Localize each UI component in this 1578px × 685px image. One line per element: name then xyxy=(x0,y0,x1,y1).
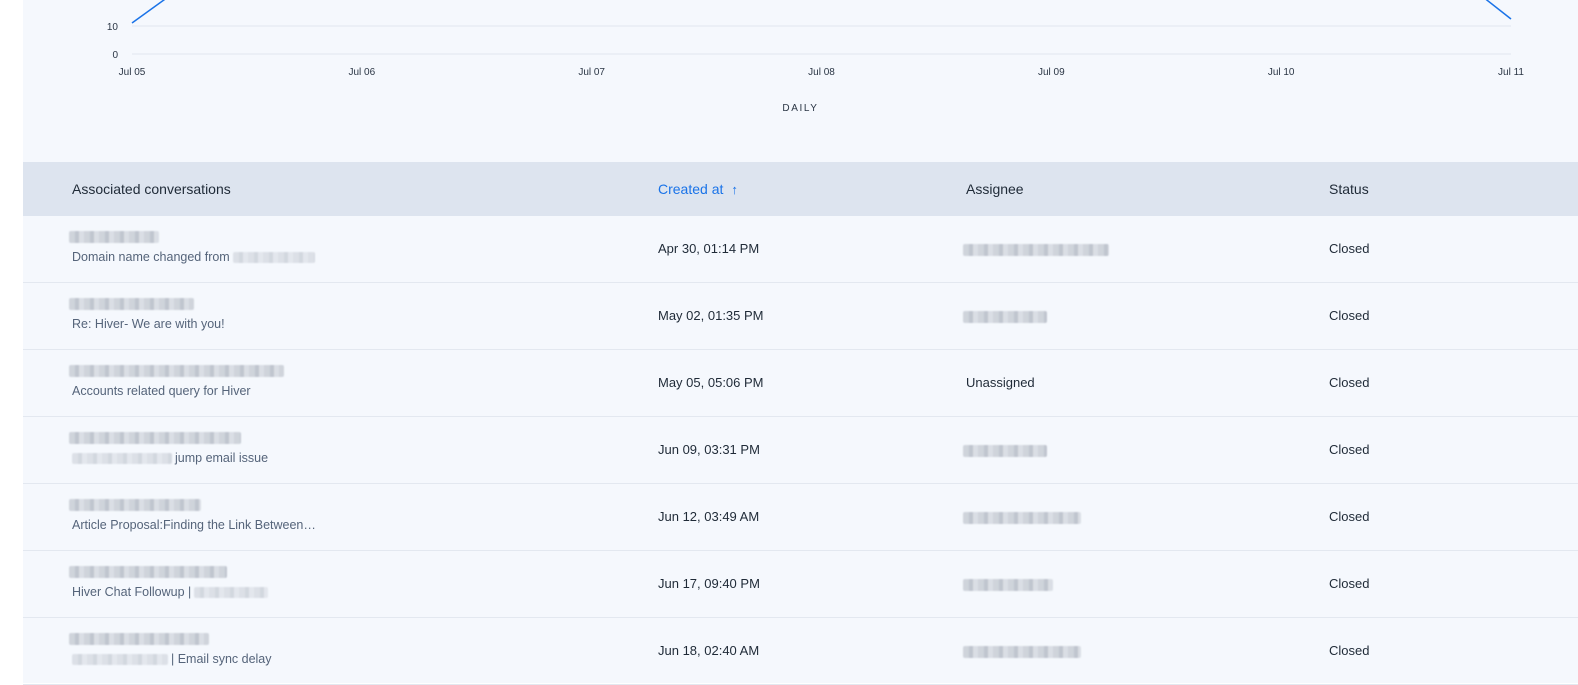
conversation-subject-text: Re: Hiver- We are with you! xyxy=(72,317,225,331)
redacted-text xyxy=(963,511,1081,524)
conversation-subject: | Email sync delay xyxy=(72,652,632,666)
status-cell: Closed xyxy=(1329,509,1370,524)
table-row[interactable]: jump email issue Jun 09, 03:31 PM Closed xyxy=(23,417,1578,484)
created-at-cell: Apr 30, 01:14 PM xyxy=(658,241,760,256)
conversation-subject-text: Article Proposal:Finding the Link Betwee… xyxy=(72,518,316,532)
conversation-subject: Accounts related query for Hiver xyxy=(72,384,632,398)
y-tick-label: 0 xyxy=(112,50,118,61)
header-assignee: Assignee xyxy=(966,181,1024,197)
line-chart-svg: 10 0 Jul 05 Jul 06 Jul 07 Jul 08 Jul 09 Jul 1… xyxy=(107,0,1525,78)
conversation-subject: jump email issue xyxy=(72,451,632,465)
assignee-cell xyxy=(963,308,1047,323)
conversation-subject-text: Hiver Chat Followup | xyxy=(72,585,192,599)
conversation-sender xyxy=(69,630,632,646)
report-panel: 10 0 Jul 05 Jul 06 Jul 07 Jul 08 Jul 09 Jul 1… xyxy=(23,0,1578,685)
conversation-sender xyxy=(69,429,632,445)
assignee-cell: Unassigned xyxy=(966,375,1035,390)
header-created-at-label: Created at xyxy=(658,181,724,197)
conversation-sender xyxy=(69,295,632,311)
x-axis-title: DAILY xyxy=(782,103,819,114)
header-created-at[interactable]: Created at ↑ xyxy=(658,181,738,197)
table-body: Domain name changed from Apr 30, 01:14 PM… xyxy=(23,216,1578,685)
x-tick-label: Jul 09 xyxy=(1038,67,1065,78)
redacted-text xyxy=(72,453,172,465)
assignee-cell xyxy=(963,241,1109,256)
assignee-cell xyxy=(963,509,1081,524)
conversation-subject: Article Proposal:Finding the Link Betwee… xyxy=(72,518,632,532)
redacted-text xyxy=(69,498,201,511)
conversation-subject-text: | Email sync delay xyxy=(171,652,272,666)
conversation-cell: Article Proposal:Finding the Link Betwee… xyxy=(69,496,632,532)
x-tick-label: Jul 05 xyxy=(119,67,146,78)
redacted-text xyxy=(72,654,168,666)
conversation-sender xyxy=(69,362,632,378)
table-row[interactable]: Domain name changed from Apr 30, 01:14 PM… xyxy=(23,216,1578,283)
status-cell: Closed xyxy=(1329,576,1370,591)
redacted-text xyxy=(69,565,227,578)
redacted-text xyxy=(963,243,1109,256)
redacted-text xyxy=(69,632,209,645)
conversation-sender xyxy=(69,563,632,579)
x-tick-label: Jul 11 xyxy=(1498,67,1524,78)
table-row[interactable]: Accounts related query for Hiver May 05, … xyxy=(23,350,1578,417)
redacted-text xyxy=(69,431,241,444)
conversation-sender xyxy=(69,228,632,244)
conversation-cell: Re: Hiver- We are with you! xyxy=(69,295,632,331)
conversation-cell: Accounts related query for Hiver xyxy=(69,362,632,398)
x-tick-label: Jul 06 xyxy=(348,67,375,78)
y-tick-label: 10 xyxy=(107,22,119,33)
table-row[interactable]: Hiver Chat Followup | Jun 17, 09:40 PM Clo… xyxy=(23,551,1578,618)
redacted-text xyxy=(232,252,315,264)
conversation-cell: | Email sync delay xyxy=(69,630,632,666)
created-at-cell: Jun 17, 09:40 PM xyxy=(658,576,760,591)
redacted-text xyxy=(963,444,1047,457)
table-row[interactable]: | Email sync delay Jun 18, 02:40 AM Closed xyxy=(23,618,1578,685)
conversation-subject: Hiver Chat Followup | xyxy=(72,585,632,599)
created-at-cell: Jun 12, 03:49 AM xyxy=(658,509,760,524)
conversation-subject-text: Accounts related query for Hiver xyxy=(72,384,251,398)
conversation-subject: Domain name changed from xyxy=(72,250,632,264)
x-tick-label: Jul 08 xyxy=(808,67,835,78)
redacted-text xyxy=(69,230,159,243)
series-line-segment-right xyxy=(1485,0,1512,20)
assignee-cell xyxy=(963,442,1047,457)
conversation-subject-text: jump email issue xyxy=(175,451,269,465)
conversation-sender xyxy=(69,496,632,512)
table-header: Associated conversations Created at ↑ Ass… xyxy=(23,162,1578,216)
status-cell: Closed xyxy=(1329,375,1370,390)
table-row[interactable]: Article Proposal:Finding the Link Betwee… xyxy=(23,484,1578,551)
created-at-cell: Jun 09, 03:31 PM xyxy=(658,442,760,457)
x-tick-label: Jul 07 xyxy=(578,67,605,78)
redacted-text xyxy=(69,364,284,377)
conversation-cell: Hiver Chat Followup | xyxy=(69,563,632,599)
assignee-cell xyxy=(963,643,1081,658)
created-at-cell: May 02, 01:35 PM xyxy=(658,308,764,323)
conversation-subject-text: Domain name changed from xyxy=(72,250,230,264)
redacted-text xyxy=(963,310,1047,323)
x-axis-ticks: Jul 05 Jul 06 Jul 07 Jul 08 Jul 09 Jul 10 Jul … xyxy=(119,67,1525,78)
redacted-text xyxy=(69,297,194,310)
series-line-segment-left xyxy=(131,0,166,24)
redacted-text xyxy=(963,645,1081,658)
daily-chart: 10 0 Jul 05 Jul 06 Jul 07 Jul 08 Jul 09 Jul 1… xyxy=(23,0,1578,162)
redacted-text xyxy=(194,587,269,599)
status-cell: Closed xyxy=(1329,241,1370,256)
header-status: Status xyxy=(1329,181,1369,197)
sort-arrow-up-icon: ↑ xyxy=(731,182,738,197)
conversation-cell: Domain name changed from xyxy=(69,228,632,264)
assignee-cell xyxy=(963,576,1053,591)
status-cell: Closed xyxy=(1329,643,1370,658)
conversation-cell: jump email issue xyxy=(69,429,632,465)
conversations-table: Associated conversations Created at ↑ Ass… xyxy=(23,162,1578,685)
table-row[interactable]: Re: Hiver- We are with you! May 02, 01:35… xyxy=(23,283,1578,350)
created-at-cell: May 05, 05:06 PM xyxy=(658,375,764,390)
created-at-cell: Jun 18, 02:40 AM xyxy=(658,643,760,658)
status-cell: Closed xyxy=(1329,308,1370,323)
status-cell: Closed xyxy=(1329,442,1370,457)
redacted-text xyxy=(963,578,1053,591)
x-tick-label: Jul 10 xyxy=(1268,67,1295,78)
header-associated-conversations: Associated conversations xyxy=(72,181,231,197)
conversation-subject: Re: Hiver- We are with you! xyxy=(72,317,632,331)
